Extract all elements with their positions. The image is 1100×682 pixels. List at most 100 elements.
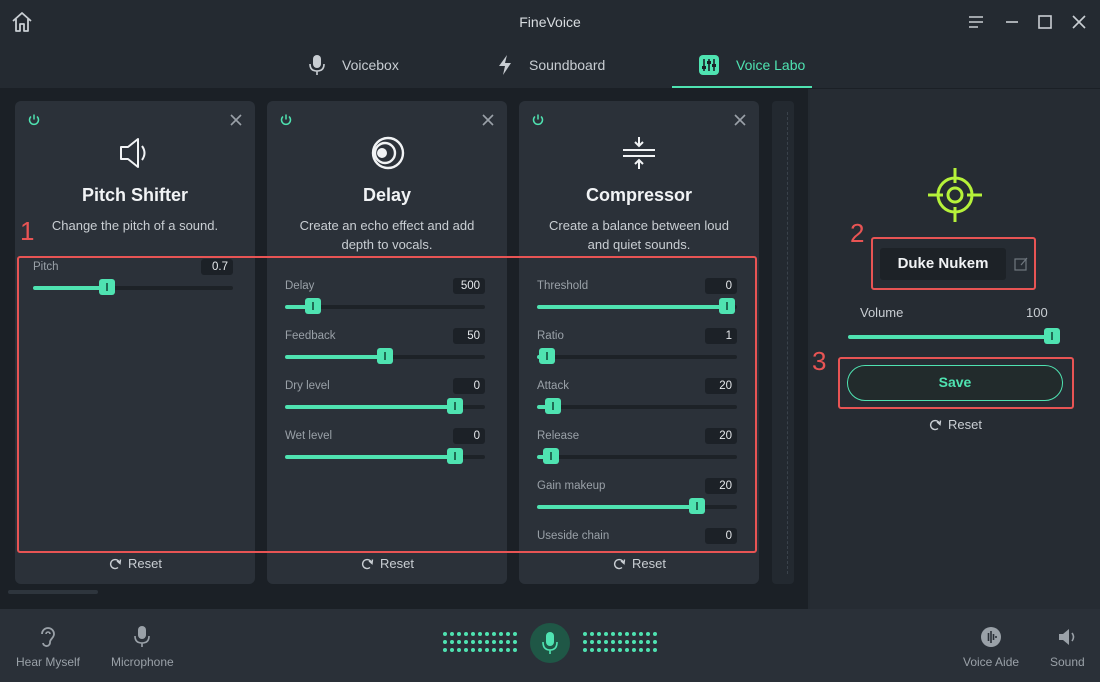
maximize-icon[interactable]	[1035, 12, 1055, 32]
level-dot	[611, 648, 615, 652]
level-dot	[646, 640, 650, 644]
microphone-icon	[309, 55, 325, 75]
horizontal-scrollbar[interactable]	[8, 590, 98, 594]
level-dot	[443, 648, 447, 652]
lightning-icon	[499, 55, 511, 75]
app-title: FineVoice	[519, 14, 581, 30]
hear-myself-label: Hear Myself	[16, 655, 81, 669]
level-dot	[478, 632, 482, 636]
speaker-icon	[120, 138, 146, 168]
level-dot	[443, 632, 447, 636]
close-window-icon[interactable]	[1069, 12, 1089, 32]
tab-voicebox[interactable]: Voicebox	[308, 44, 399, 86]
power-icon[interactable]	[279, 113, 293, 127]
level-dot	[590, 648, 594, 652]
add-effect-strip[interactable]	[772, 101, 794, 584]
level-dot	[513, 632, 517, 636]
tab-soundboard[interactable]: Soundboard	[497, 44, 605, 86]
tab-voicebox-label: Voicebox	[342, 57, 399, 73]
level-dot	[457, 648, 461, 652]
reset-button[interactable]: Reset	[15, 556, 255, 571]
reset-icon	[361, 558, 374, 569]
echo-circles-icon	[371, 136, 405, 170]
level-dot	[653, 632, 657, 636]
volume-slider[interactable]	[848, 328, 1060, 344]
card-description: Create an echo effect and add depth to v…	[299, 218, 475, 252]
level-dot	[632, 640, 636, 644]
level-dot	[597, 640, 601, 644]
level-dot	[464, 648, 468, 652]
level-dot	[618, 632, 622, 636]
scroll-divider	[787, 112, 789, 574]
menu-icon[interactable]	[966, 12, 986, 32]
close-icon[interactable]	[481, 113, 495, 127]
close-icon[interactable]	[229, 113, 243, 127]
level-dot	[457, 632, 461, 636]
level-dot	[611, 632, 615, 636]
level-dot	[443, 640, 447, 644]
level-dot	[618, 640, 622, 644]
level-dot	[499, 648, 503, 652]
reset-button[interactable]: Reset	[267, 556, 507, 571]
active-tab-indicator	[672, 86, 812, 88]
mic-toggle-button[interactable]	[530, 623, 570, 663]
level-dot	[457, 640, 461, 644]
power-icon[interactable]	[531, 113, 545, 127]
level-dot	[485, 640, 489, 644]
level-dot	[492, 648, 496, 652]
close-icon[interactable]	[733, 113, 747, 127]
annotation-number-1: 1	[20, 216, 35, 246]
level-dot	[450, 632, 454, 636]
level-dot	[625, 640, 629, 644]
level-dot	[597, 632, 601, 636]
equalizer-icon	[699, 55, 719, 75]
voice-aide-button[interactable]: Voice Aide	[963, 625, 1019, 669]
speaker-volume-icon	[1059, 629, 1075, 645]
level-dot	[590, 632, 594, 636]
level-dot	[492, 640, 496, 644]
annotation-number-2: 2	[850, 218, 865, 248]
minimize-icon[interactable]	[1002, 12, 1022, 32]
reset-button[interactable]: Reset	[519, 556, 759, 571]
compress-icon	[623, 137, 655, 169]
annotation-box-3	[838, 357, 1074, 409]
microphone-button[interactable]: Microphone	[111, 625, 174, 669]
slider-fill	[848, 335, 1052, 339]
power-icon[interactable]	[27, 113, 41, 127]
tab-voice-labo-label: Voice Labo	[736, 57, 806, 73]
level-dot	[632, 632, 636, 636]
microphone-icon	[542, 632, 558, 654]
level-dot	[506, 648, 510, 652]
sound-button[interactable]: Sound	[1050, 625, 1085, 669]
card-title: Pitch Shifter	[81, 185, 188, 205]
reset-icon	[613, 558, 626, 569]
level-dot	[464, 640, 468, 644]
level-dot	[646, 648, 650, 652]
slider-thumb[interactable]	[1043, 328, 1060, 344]
annotation-number-3: 3	[812, 346, 827, 376]
level-dot	[604, 632, 608, 636]
reset-label: Reset	[948, 417, 982, 432]
level-dot	[471, 640, 475, 644]
level-dot	[590, 640, 594, 644]
title-bar: FineVoice	[0, 0, 1100, 44]
level-dot	[639, 648, 643, 652]
card-description: Create a balance between loud and quiet …	[549, 218, 729, 252]
card-title: Delay	[362, 185, 412, 205]
microphone-label: Microphone	[111, 655, 174, 669]
hear-myself-button[interactable]: Hear Myself	[16, 625, 80, 669]
audio-level-left	[442, 631, 518, 653]
level-dot	[464, 632, 468, 636]
audio-level-right	[582, 631, 658, 653]
level-dot	[506, 632, 510, 636]
card-title: Compressor	[585, 185, 693, 205]
level-dot	[583, 648, 587, 652]
reset-voice-button[interactable]: Reset	[928, 417, 982, 432]
tab-voice-labo[interactable]: Voice Labo	[698, 44, 805, 86]
level-dot	[471, 648, 475, 652]
level-dot	[653, 648, 657, 652]
voice-aide-icon	[981, 627, 1002, 647]
microphone-icon	[134, 626, 151, 647]
level-dot	[450, 640, 454, 644]
level-dot	[506, 640, 510, 644]
